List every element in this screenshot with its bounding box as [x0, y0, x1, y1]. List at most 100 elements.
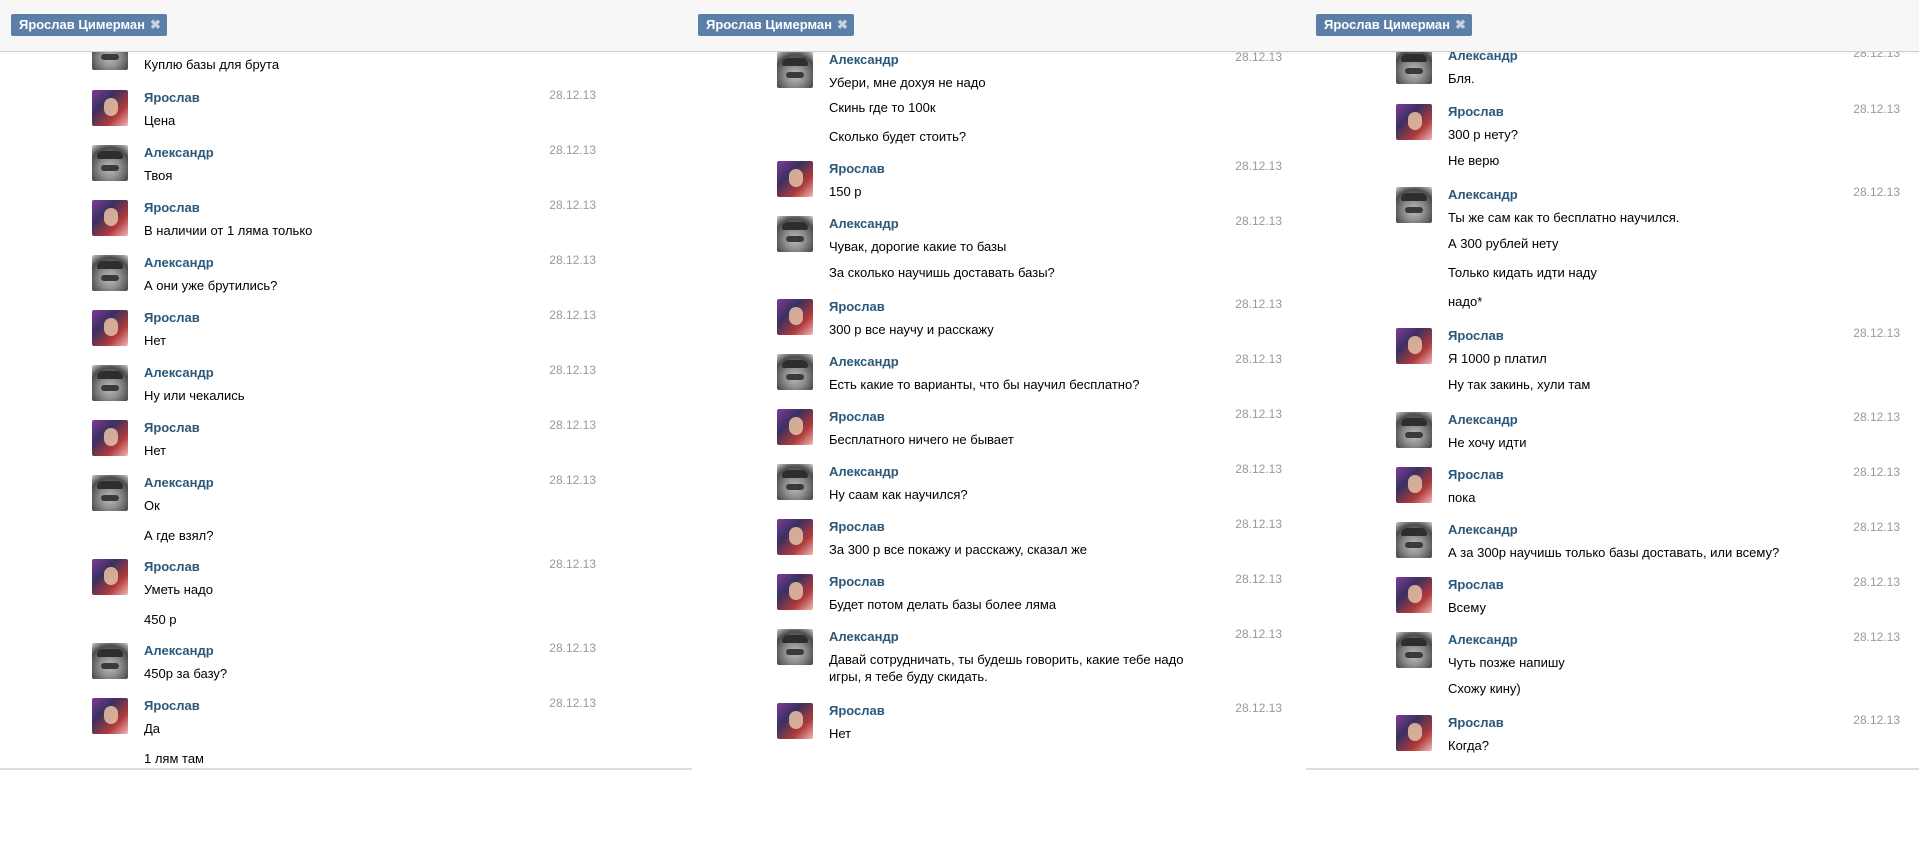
message-date[interactable]: 28.12.13 [1853, 713, 1900, 727]
sender-name[interactable]: Александр [829, 354, 899, 369]
message-date[interactable]: 28.12.13 [1235, 462, 1282, 476]
avatar[interactable] [92, 255, 128, 291]
sender-name[interactable]: Ярослав [829, 409, 885, 424]
message-date[interactable]: 28.12.13 [1853, 630, 1900, 644]
sender-name[interactable]: Ярослав [1448, 467, 1504, 482]
avatar[interactable] [92, 475, 128, 511]
message-date[interactable]: 28.12.13 [1853, 410, 1900, 424]
avatar[interactable] [92, 643, 128, 679]
sender-name[interactable]: Ярослав [829, 574, 885, 589]
avatar[interactable] [777, 299, 813, 335]
close-icon[interactable]: ✖ [837, 17, 848, 32]
sender-name[interactable]: Александр [1448, 522, 1518, 537]
avatar[interactable] [777, 161, 813, 197]
recipient-tag[interactable]: Ярослав Цимерман ✖ [11, 14, 167, 36]
avatar[interactable] [1396, 412, 1432, 448]
message-date[interactable]: 28.12.13 [549, 88, 596, 102]
sender-name[interactable]: Александр [1448, 187, 1518, 202]
message-date[interactable]: 28.12.13 [1853, 185, 1900, 199]
recipient-tag[interactable]: Ярослав Цимерман ✖ [698, 14, 854, 36]
message-date[interactable]: 28.12.13 [1235, 214, 1282, 228]
message-date[interactable]: 28.12.13 [1235, 352, 1282, 366]
message-date[interactable]: 28.12.13 [1235, 701, 1282, 715]
sender-name[interactable]: Александр [829, 629, 899, 644]
sender-name[interactable]: Ярослав [829, 519, 885, 534]
message-date[interactable]: 28.12.13 [549, 473, 596, 487]
message-date[interactable]: 28.12.13 [549, 143, 596, 157]
avatar[interactable] [777, 409, 813, 445]
message-date[interactable]: 28.12.13 [549, 557, 596, 571]
sender-name[interactable]: Александр [829, 464, 899, 479]
sender-name[interactable]: Ярослав [144, 420, 200, 435]
avatar[interactable] [92, 420, 128, 456]
sender-name[interactable]: Александр [144, 255, 214, 270]
message-date[interactable]: 28.12.13 [1853, 575, 1900, 589]
avatar[interactable] [777, 629, 813, 665]
message-date[interactable]: 28.12.13 [1235, 572, 1282, 586]
message-date[interactable]: 28.12.13 [1235, 297, 1282, 311]
message-date[interactable]: 28.12.13 [1235, 627, 1282, 641]
message-date[interactable]: 28.12.13 [1853, 520, 1900, 534]
avatar[interactable] [1396, 187, 1432, 223]
sender-name[interactable]: Александр [144, 475, 214, 490]
message-date[interactable]: 28.12.13 [1853, 465, 1900, 479]
sender-name[interactable]: Ярослав [1448, 577, 1504, 592]
avatar[interactable] [92, 200, 128, 236]
message-date[interactable]: 28.12.13 [549, 198, 596, 212]
message-date[interactable]: 28.12.13 [1235, 517, 1282, 531]
sender-name[interactable]: Ярослав [1448, 328, 1504, 343]
sender-name[interactable]: Александр [1448, 412, 1518, 427]
message-list[interactable]: Куплю базы для брута Ярослав 28.12.13 Це… [0, 52, 692, 770]
sender-name[interactable]: Ярослав [829, 299, 885, 314]
message-date[interactable]: 28.12.13 [549, 363, 596, 377]
recipient-tag[interactable]: Ярослав Цимерман ✖ [1316, 14, 1472, 36]
sender-name[interactable]: Ярослав [144, 698, 200, 713]
avatar[interactable] [777, 354, 813, 390]
avatar[interactable] [777, 52, 813, 88]
avatar[interactable] [777, 519, 813, 555]
message-date[interactable]: 28.12.13 [549, 641, 596, 655]
close-icon[interactable]: ✖ [1455, 17, 1466, 32]
sender-name[interactable]: Ярослав [829, 703, 885, 718]
message-date[interactable]: 28.12.13 [549, 253, 596, 267]
sender-name[interactable]: Александр [144, 145, 214, 160]
message-date[interactable]: 28.12.13 [549, 308, 596, 322]
avatar[interactable] [777, 464, 813, 500]
close-icon[interactable]: ✖ [150, 17, 161, 32]
avatar[interactable] [1396, 52, 1432, 84]
message-list[interactable]: Александр 28.12.13 Убери, мне дохуя не н… [692, 52, 1306, 770]
message-date[interactable]: 28.12.13 [549, 418, 596, 432]
message-date[interactable]: 28.12.13 [549, 696, 596, 710]
sender-name[interactable]: Ярослав [144, 200, 200, 215]
avatar[interactable] [1396, 467, 1432, 503]
avatar[interactable] [92, 145, 128, 181]
message-date[interactable]: 28.12.13 [1235, 159, 1282, 173]
sender-name[interactable]: Александр [144, 365, 214, 380]
sender-name[interactable]: Ярослав [144, 90, 200, 105]
message-date[interactable]: 28.12.13 [1235, 52, 1282, 64]
avatar[interactable] [92, 52, 128, 70]
sender-name[interactable]: Александр [1448, 52, 1518, 63]
avatar[interactable] [92, 90, 128, 126]
avatar[interactable] [777, 574, 813, 610]
avatar[interactable] [92, 310, 128, 346]
sender-name[interactable]: Александр [144, 643, 214, 658]
message-list[interactable]: Александр 28.12.13 Бля. Ярослав 28.12.13… [1306, 52, 1919, 770]
sender-name[interactable]: Ярослав [1448, 104, 1504, 119]
avatar[interactable] [92, 698, 128, 734]
sender-name[interactable]: Ярослав [144, 559, 200, 574]
avatar[interactable] [1396, 715, 1432, 751]
sender-name[interactable]: Александр [829, 52, 899, 67]
avatar[interactable] [777, 703, 813, 739]
sender-name[interactable]: Александр [829, 216, 899, 231]
avatar[interactable] [1396, 522, 1432, 558]
avatar[interactable] [1396, 104, 1432, 140]
avatar[interactable] [1396, 328, 1432, 364]
message-date[interactable]: 28.12.13 [1235, 407, 1282, 421]
sender-name[interactable]: Ярослав [144, 310, 200, 325]
avatar[interactable] [92, 365, 128, 401]
avatar[interactable] [1396, 632, 1432, 668]
sender-name[interactable]: Александр [1448, 632, 1518, 647]
message-date[interactable]: 28.12.13 [1853, 52, 1900, 60]
sender-name[interactable]: Ярослав [1448, 715, 1504, 730]
